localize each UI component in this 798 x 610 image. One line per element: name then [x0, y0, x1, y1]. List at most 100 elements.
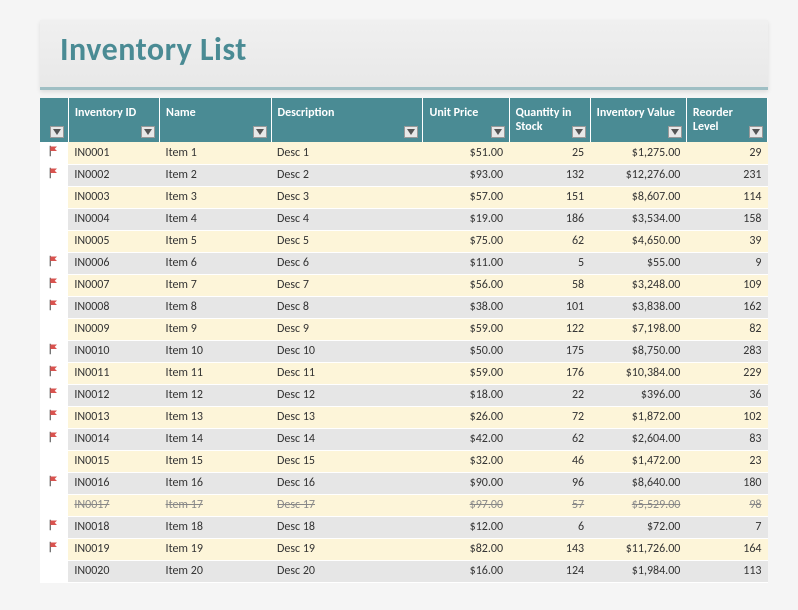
cell-reorder-level: 23 [686, 450, 767, 472]
cell-unit-price: $50.00 [423, 340, 509, 362]
filter-dropdown-icon[interactable] [491, 126, 505, 138]
table-row[interactable]: IN0017Item 17Desc 17$97.0057$5,529.0098 [40, 494, 768, 516]
table-row[interactable]: IN0005Item 5Desc 5$75.0062$4,650.0039 [40, 230, 768, 252]
table-row[interactable]: IN0018Item 18Desc 18$12.006$72.007 [40, 516, 768, 538]
cell-inventory-id: IN0020 [68, 560, 159, 582]
header-description[interactable]: Description [271, 98, 423, 142]
table-row[interactable]: IN0008Item 8Desc 8$38.00101$3,838.00162 [40, 296, 768, 318]
cell-inventory-value: $8,607.00 [590, 186, 686, 208]
cell-name: Item 5 [160, 230, 271, 252]
cell-unit-price: $11.00 [423, 252, 509, 274]
cell-name: Item 12 [160, 384, 271, 406]
table-row[interactable]: IN0015Item 15Desc 15$32.0046$1,472.0023 [40, 450, 768, 472]
cell-name: Item 7 [160, 274, 271, 296]
table-row[interactable]: IN0016Item 16Desc 16$90.0096$8,640.00180 [40, 472, 768, 494]
cell-unit-price: $19.00 [423, 208, 509, 230]
cell-inventory-id: IN0001 [68, 142, 159, 164]
filter-dropdown-icon[interactable] [572, 126, 586, 138]
cell-inventory-value: $1,472.00 [590, 450, 686, 472]
cell-inventory-id: IN0006 [68, 252, 159, 274]
cell-reorder-level: 180 [686, 472, 767, 494]
cell-unit-price: $51.00 [423, 142, 509, 164]
cell-quantity: 6 [509, 516, 590, 538]
cell-quantity: 132 [509, 164, 590, 186]
flag-icon [48, 521, 60, 535]
header-flag[interactable] [40, 98, 68, 142]
cell-unit-price: $32.00 [423, 450, 509, 472]
table-row[interactable]: IN0010Item 10Desc 10$50.00175$8,750.0028… [40, 340, 768, 362]
table-row[interactable]: IN0020Item 20Desc 20$16.00124$1,984.0011… [40, 560, 768, 582]
table-row[interactable]: IN0004Item 4Desc 4$19.00186$3,534.00158 [40, 208, 768, 230]
table-row[interactable]: IN0006Item 6Desc 6$11.005$55.009 [40, 252, 768, 274]
cell-inventory-id: IN0002 [68, 164, 159, 186]
filter-dropdown-icon[interactable] [141, 126, 155, 138]
header-inventory-value[interactable]: Inventory Value [590, 98, 686, 142]
cell-quantity: 58 [509, 274, 590, 296]
table-row[interactable]: IN0002Item 2Desc 2$93.00132$12,276.00231 [40, 164, 768, 186]
table-row[interactable]: IN0003Item 3Desc 3$57.00151$8,607.00114 [40, 186, 768, 208]
reorder-flag-cell [40, 296, 68, 318]
cell-inventory-id: IN0016 [68, 472, 159, 494]
cell-quantity: 25 [509, 142, 590, 164]
cell-quantity: 176 [509, 362, 590, 384]
header-name[interactable]: Name [160, 98, 271, 142]
cell-inventory-value: $396.00 [590, 384, 686, 406]
cell-reorder-level: 164 [686, 538, 767, 560]
cell-name: Item 3 [160, 186, 271, 208]
cell-quantity: 186 [509, 208, 590, 230]
header-unit-price[interactable]: Unit Price [423, 98, 509, 142]
table-row[interactable]: IN0011Item 11Desc 11$59.00176$10,384.002… [40, 362, 768, 384]
reorder-flag-cell [40, 164, 68, 186]
cell-description: Desc 17 [271, 494, 423, 516]
cell-reorder-level: 36 [686, 384, 767, 406]
cell-description: Desc 9 [271, 318, 423, 340]
cell-unit-price: $38.00 [423, 296, 509, 318]
cell-quantity: 124 [509, 560, 590, 582]
cell-unit-price: $59.00 [423, 362, 509, 384]
table-row[interactable]: IN0014Item 14Desc 14$42.0062$2,604.0083 [40, 428, 768, 450]
cell-reorder-level: 229 [686, 362, 767, 384]
filter-dropdown-icon[interactable] [668, 126, 682, 138]
cell-inventory-id: IN0008 [68, 296, 159, 318]
filter-dropdown-icon[interactable] [253, 126, 267, 138]
cell-reorder-level: 29 [686, 142, 767, 164]
cell-reorder-level: 114 [686, 186, 767, 208]
filter-dropdown-icon[interactable] [749, 126, 763, 138]
table-row[interactable]: IN0007Item 7Desc 7$56.0058$3,248.00109 [40, 274, 768, 296]
table-row[interactable]: IN0001Item 1Desc 1$51.0025$1,275.0029 [40, 142, 768, 164]
cell-quantity: 46 [509, 450, 590, 472]
filter-dropdown-icon[interactable] [404, 126, 418, 138]
cell-description: Desc 12 [271, 384, 423, 406]
table-row[interactable]: IN0009Item 9Desc 9$59.00122$7,198.0082 [40, 318, 768, 340]
header-inventory-id[interactable]: Inventory ID [68, 98, 159, 142]
header-quantity-in-stock[interactable]: Quantity in Stock [509, 98, 590, 142]
filter-dropdown-icon[interactable] [50, 126, 64, 138]
cell-reorder-level: 109 [686, 274, 767, 296]
header-reorder-level[interactable]: Reorder Level [686, 98, 767, 142]
cell-inventory-id: IN0003 [68, 186, 159, 208]
cell-inventory-value: $3,248.00 [590, 274, 686, 296]
flag-icon [48, 257, 60, 271]
flag-icon [48, 147, 60, 161]
cell-unit-price: $57.00 [423, 186, 509, 208]
cell-name: Item 9 [160, 318, 271, 340]
cell-description: Desc 20 [271, 560, 423, 582]
cell-quantity: 62 [509, 230, 590, 252]
cell-quantity: 143 [509, 538, 590, 560]
cell-inventory-value: $1,275.00 [590, 142, 686, 164]
cell-description: Desc 18 [271, 516, 423, 538]
cell-reorder-level: 7 [686, 516, 767, 538]
cell-unit-price: $82.00 [423, 538, 509, 560]
table-row[interactable]: IN0012Item 12Desc 12$18.0022$396.0036 [40, 384, 768, 406]
cell-inventory-value: $5,529.00 [590, 494, 686, 516]
cell-description: Desc 19 [271, 538, 423, 560]
cell-inventory-id: IN0005 [68, 230, 159, 252]
cell-inventory-id: IN0014 [68, 428, 159, 450]
table-row[interactable]: IN0019Item 19Desc 19$82.00143$11,726.001… [40, 538, 768, 560]
flag-icon [48, 345, 60, 359]
table-row[interactable]: IN0013Item 13Desc 13$26.0072$1,872.00102 [40, 406, 768, 428]
cell-description: Desc 7 [271, 274, 423, 296]
flag-icon [48, 433, 60, 447]
cell-inventory-id: IN0019 [68, 538, 159, 560]
cell-description: Desc 6 [271, 252, 423, 274]
